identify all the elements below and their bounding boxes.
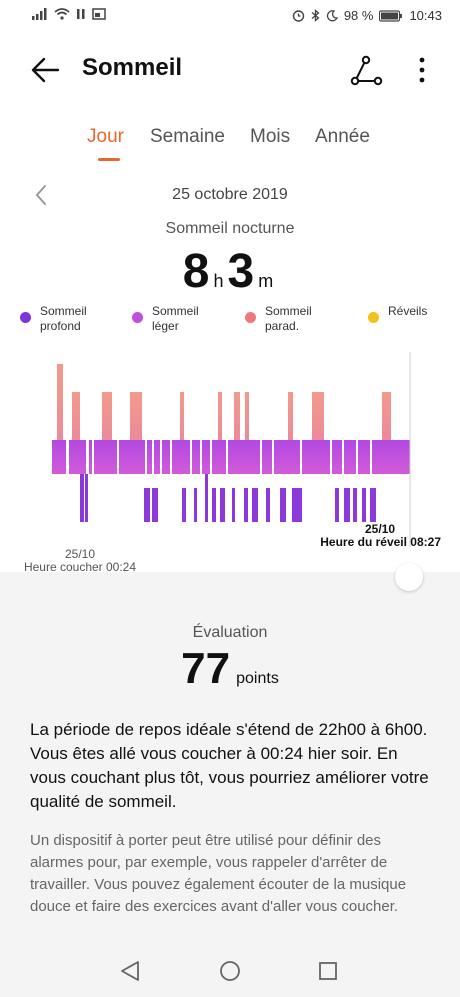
battery-percent: 98 % — [343, 8, 374, 23]
minutes-unit: m — [258, 271, 274, 291]
clock: 10:43 — [409, 8, 442, 23]
legend-label: Sommeil léger — [152, 304, 199, 333]
nav-back-icon[interactable] — [116, 956, 146, 986]
moon-icon — [326, 9, 338, 21]
evaluation-title: Évaluation — [192, 624, 268, 641]
duration-hours: 8 — [182, 245, 210, 298]
start-date-label: 25/10 — [65, 547, 95, 561]
period-tabs: Jour Semaine Mois Année — [0, 126, 460, 162]
system-nav-bar — [0, 944, 460, 997]
nav-recents-icon[interactable] — [313, 956, 343, 986]
chart-scrubber-handle[interactable] — [395, 563, 423, 591]
legend-label: Sommeil profond — [40, 304, 87, 333]
deep-sleep-segments — [80, 474, 376, 522]
legend-dot — [245, 312, 256, 323]
more-options-icon[interactable] — [410, 52, 434, 88]
chart-legend: Sommeil profond Sommeil léger Sommeil pa… — [0, 304, 460, 344]
legend-dot — [368, 312, 379, 323]
sleep-duration: 8 h3 m — [0, 244, 460, 299]
tab-annee[interactable]: Année — [315, 126, 370, 148]
legend-dot — [132, 312, 143, 323]
legend-rem-sleep: Sommeil parad. — [245, 304, 325, 334]
bluetooth-icon — [311, 9, 320, 22]
date-navigator: 25 octobre 2019 — [0, 180, 460, 210]
back-arrow-icon[interactable] — [28, 52, 64, 88]
status-bar: 98 % 10:43 — [0, 0, 460, 34]
app-bar: Sommeil — [0, 40, 460, 100]
legend-label: Réveils — [388, 304, 428, 318]
hours-unit: h — [213, 271, 224, 291]
tab-semaine[interactable]: Semaine — [150, 126, 225, 148]
legend-dot — [20, 312, 31, 323]
legend-light-sleep: Sommeil léger — [132, 304, 212, 334]
active-tab-indicator — [98, 158, 120, 161]
tab-mois[interactable]: Mois — [250, 126, 290, 148]
alarm-icon — [292, 10, 305, 22]
sleep-score: 77 points — [0, 644, 460, 694]
tab-jour[interactable]: Jour — [87, 126, 124, 148]
rem-segments — [57, 364, 391, 440]
battery-icon — [379, 9, 403, 22]
nav-home-icon[interactable] — [215, 956, 245, 986]
pause-icon — [77, 9, 85, 19]
wifi-icon — [54, 8, 70, 20]
duration-minutes: 3 — [227, 245, 255, 298]
sleep-hypnogram[interactable]: 25/10 Heure coucher 00:24 25/10 Heure du… — [0, 352, 460, 582]
legend-deep-sleep: Sommeil profond — [20, 304, 100, 334]
legend-awake: Réveils — [368, 304, 448, 323]
evaluation-tip: Un dispositif à porter peut être utilisé… — [30, 832, 407, 915]
share-icon[interactable] — [350, 54, 384, 88]
screen-icon — [92, 8, 106, 20]
score-unit: points — [236, 670, 279, 687]
score-value: 77 — [181, 644, 231, 693]
current-date: 25 octobre 2019 — [172, 186, 288, 203]
legend-label: Sommeil parad. — [265, 304, 312, 333]
evaluation-text: La période de repos idéale s'étend de 22… — [30, 720, 429, 811]
wake-time-label: Heure du réveil 08:27 — [320, 535, 441, 549]
page-title: Sommeil — [82, 54, 183, 81]
end-date-label: 25/10 — [365, 522, 395, 536]
signal-icon — [32, 8, 47, 20]
sleep-summary-title: Sommeil nocturne — [165, 220, 295, 237]
